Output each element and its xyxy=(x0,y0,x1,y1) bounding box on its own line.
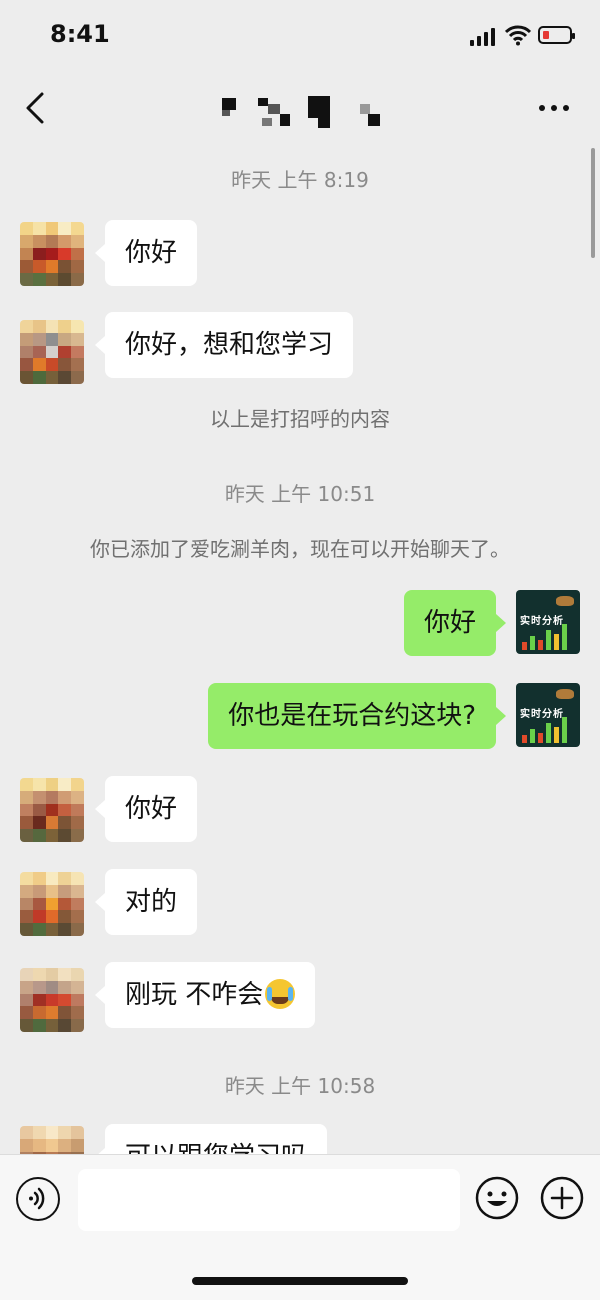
contact-avatar[interactable] xyxy=(20,1126,84,1154)
self-avatar[interactable]: 实时分析 xyxy=(516,590,580,654)
crying-laughing-emoji-icon xyxy=(265,978,296,1009)
message-bubble-incoming[interactable]: 你好，想和您学习 xyxy=(94,312,354,378)
input-bar xyxy=(0,1154,600,1300)
contact-avatar[interactable] xyxy=(20,222,84,286)
back-button[interactable] xyxy=(20,88,56,128)
avatar-brand-text: 实时分析 xyxy=(520,616,564,627)
wifi-icon xyxy=(504,24,532,46)
chat-header xyxy=(0,72,600,144)
battery-icon xyxy=(538,26,575,44)
contact-name-obscured xyxy=(222,94,392,128)
contact-avatar[interactable] xyxy=(20,778,84,842)
contact-avatar[interactable] xyxy=(20,872,84,936)
greeting-notice: 以上是打招呼的内容 xyxy=(210,407,390,431)
message-bubble-outgoing[interactable]: 你也是在玩合约这块? xyxy=(208,683,506,749)
home-indicator[interactable] xyxy=(192,1277,408,1285)
timestamp: 昨天 上午 10:51 xyxy=(224,482,376,506)
self-avatar[interactable]: 实时分析 xyxy=(516,683,580,747)
contact-avatar[interactable] xyxy=(20,968,84,1032)
friend-added-notice: 你已添加了爱吃涮羊肉，现在可以开始聊天了。 xyxy=(90,537,510,561)
contact-avatar[interactable] xyxy=(20,320,84,384)
message-input[interactable] xyxy=(78,1169,460,1231)
more-dots-icon xyxy=(539,105,569,111)
more-functions-button[interactable] xyxy=(539,1175,585,1221)
voice-icon xyxy=(29,1187,45,1210)
more-button[interactable] xyxy=(534,96,574,120)
message-bubble-incoming[interactable]: 可以跟您学习吗 xyxy=(94,1124,328,1154)
message-bubble-incoming[interactable]: 对的 xyxy=(94,869,198,935)
voice-button[interactable] xyxy=(16,1177,60,1221)
cellular-signal-icon xyxy=(470,28,496,46)
status-bar: 8:41 xyxy=(0,0,600,72)
timestamp: 昨天 上午 8:19 xyxy=(231,168,369,192)
message-list[interactable]: 昨天 上午 8:19 你好 你好，想和您学习 以上是打招呼的内容 昨天 上午 1… xyxy=(0,144,600,1154)
message-bubble-incoming[interactable]: 你好 xyxy=(94,220,198,286)
message-bubble-outgoing[interactable]: 你好 xyxy=(403,590,507,656)
emoji-icon xyxy=(475,1176,519,1220)
chevron-left-icon xyxy=(26,92,44,124)
avatar-brand-text: 实时分析 xyxy=(520,709,564,720)
status-time: 8:41 xyxy=(50,20,110,48)
message-bubble-incoming[interactable]: 你好 xyxy=(94,776,198,842)
emoji-button[interactable] xyxy=(474,1175,520,1221)
message-bubble-incoming[interactable]: 刚玩 不咋会 xyxy=(94,962,316,1028)
message-text: 刚玩 不咋会 xyxy=(125,980,264,1010)
timestamp: 昨天 上午 10:58 xyxy=(224,1074,376,1098)
plus-icon xyxy=(540,1176,584,1220)
